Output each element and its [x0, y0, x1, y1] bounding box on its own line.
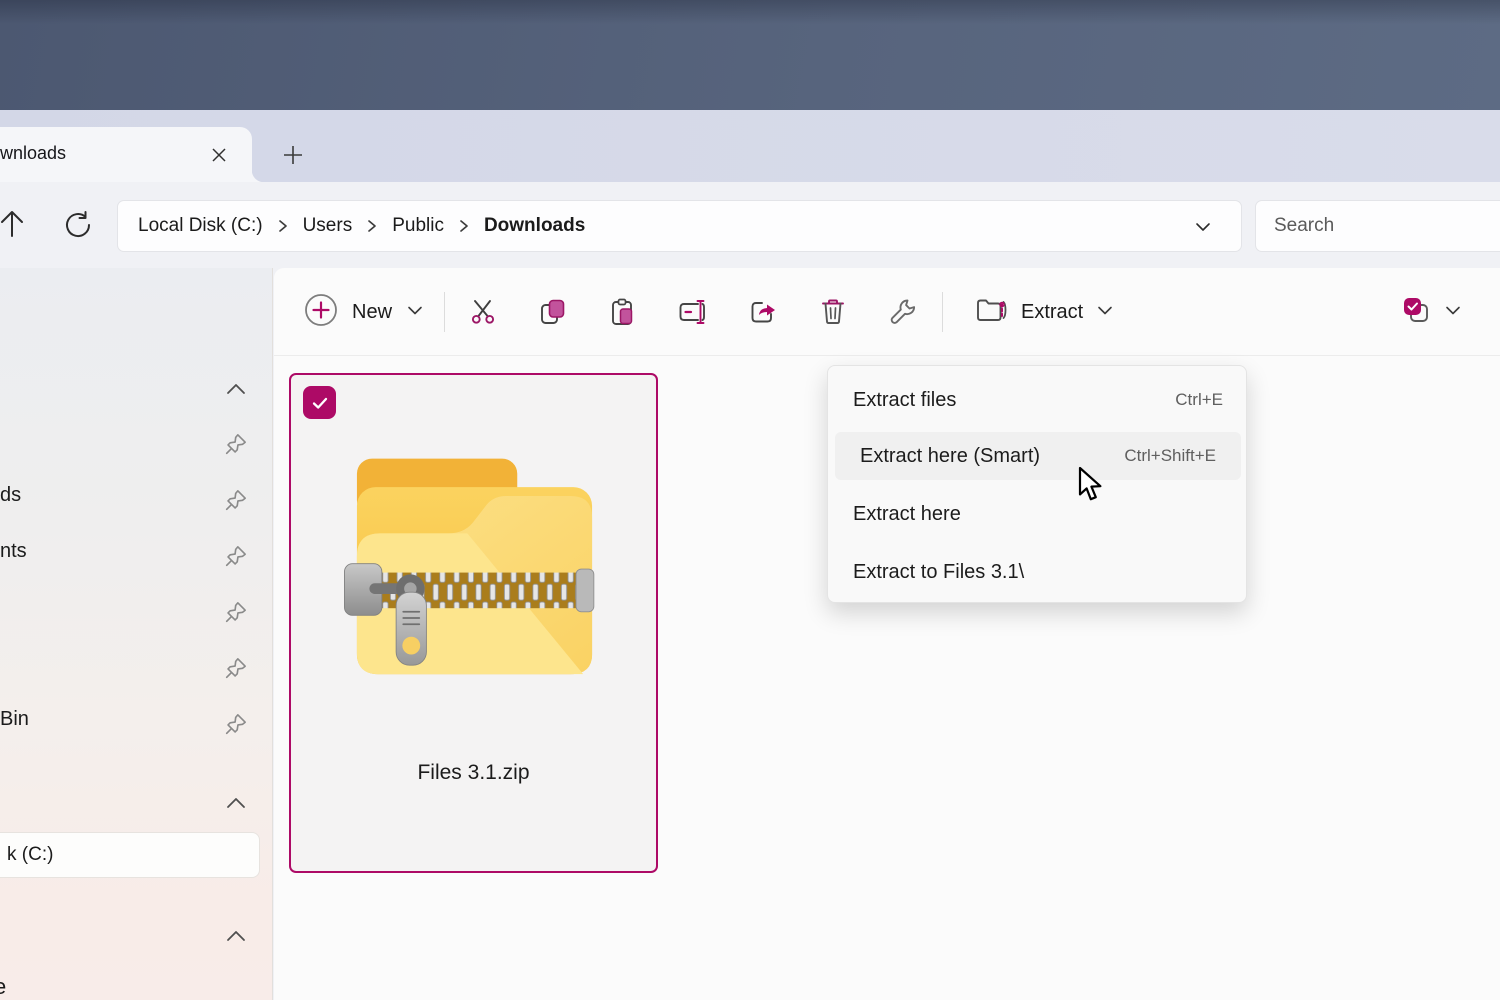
tab-close-icon[interactable]	[202, 138, 236, 172]
chevron-down-icon	[1096, 301, 1114, 324]
zip-file-icon	[332, 425, 617, 697]
file-name: Files 3.1.zip	[291, 761, 656, 785]
sidebar: ds nts Bin k (C:) e	[0, 268, 273, 1000]
new-button-label: New	[352, 301, 392, 324]
breadcrumb[interactable]: Local Disk (C:) Users Public Downloads	[117, 200, 1242, 252]
pin-icon[interactable]	[224, 600, 248, 624]
paste-button[interactable]	[601, 290, 645, 334]
breadcrumb-item-downloads[interactable]: Downloads	[484, 215, 585, 237]
mouse-cursor	[1078, 466, 1104, 507]
navigation-bar: Local Disk (C:) Users Public Downloads	[0, 182, 1500, 268]
scissors-icon	[468, 297, 498, 327]
menu-item-extract-here[interactable]: Extract here	[828, 490, 1248, 538]
sidebar-item-local-disk-c[interactable]: k (C:)	[0, 832, 260, 878]
new-tab-button[interactable]	[276, 138, 310, 172]
pin-icon[interactable]	[224, 712, 248, 736]
rename-button[interactable]	[670, 290, 714, 334]
section-collapse-chevron-icon[interactable]	[222, 927, 250, 945]
zip-folder-icon	[974, 295, 1008, 330]
toolbar-divider	[942, 292, 943, 332]
menu-item-label: Extract here	[853, 503, 961, 526]
toolbar: New	[274, 268, 1500, 356]
breadcrumb-item-users[interactable]: Users	[303, 215, 353, 237]
chevron-right-icon	[277, 218, 289, 234]
chevron-down-icon	[406, 301, 424, 324]
tab-title: wnloads	[0, 143, 66, 164]
menu-item-shortcut: Ctrl+Shift+E	[1124, 446, 1216, 466]
add-circle-icon	[304, 293, 338, 332]
pin-icon[interactable]	[224, 544, 248, 568]
extract-button-label: Extract	[1021, 301, 1083, 324]
cut-button[interactable]	[461, 290, 505, 334]
file-tile-zip[interactable]: Files 3.1.zip	[289, 373, 658, 873]
tools-button[interactable]	[881, 290, 925, 334]
menu-item-label: Extract here (Smart)	[860, 445, 1040, 468]
menu-item-label: Extract to Files 3.1\	[853, 561, 1024, 584]
tab-strip: wnloads	[0, 110, 1500, 182]
share-button[interactable]	[741, 290, 785, 334]
chevron-down-icon	[1444, 301, 1462, 324]
menu-item-label: Extract files	[853, 389, 956, 412]
desktop-wallpaper	[0, 0, 1500, 110]
section-collapse-chevron-icon[interactable]	[222, 380, 250, 398]
tab-downloads[interactable]: wnloads	[0, 127, 252, 182]
up-arrow-icon[interactable]	[0, 205, 31, 243]
address-dropdown-chevron-icon[interactable]	[1193, 217, 1213, 242]
selection-options-button[interactable]	[1400, 290, 1462, 334]
sidebar-item-downloads[interactable]: ds	[0, 484, 21, 507]
pin-icon[interactable]	[224, 432, 248, 456]
search-input[interactable]	[1256, 201, 1500, 251]
menu-item-extract-here-smart[interactable]: Extract here (Smart) Ctrl+Shift+E	[835, 432, 1241, 480]
sidebar-item-partial[interactable]: e	[0, 974, 6, 1000]
breadcrumb-item-drive[interactable]: Local Disk (C:)	[138, 215, 263, 237]
sidebar-item-recycle-bin[interactable]: Bin	[0, 708, 29, 731]
delete-button[interactable]	[811, 290, 855, 334]
extract-dropdown-menu: Extract files Ctrl+E Extract here (Smart…	[827, 365, 1247, 603]
chevron-right-icon	[458, 218, 470, 234]
toolbar-divider	[444, 292, 445, 332]
rename-icon	[676, 297, 708, 327]
paste-icon	[608, 297, 638, 327]
share-icon	[748, 297, 778, 327]
menu-item-extract-files[interactable]: Extract files Ctrl+E	[828, 376, 1248, 424]
sidebar-item-documents[interactable]: nts	[0, 540, 27, 563]
menu-item-shortcut: Ctrl+E	[1175, 390, 1223, 410]
section-collapse-chevron-icon[interactable]	[222, 794, 250, 812]
drive-label: k (C:)	[7, 844, 53, 866]
chevron-right-icon	[366, 218, 378, 234]
copy-button[interactable]	[531, 290, 575, 334]
search-box[interactable]	[1255, 200, 1500, 252]
copy-icon	[538, 297, 568, 327]
new-button[interactable]: New	[298, 288, 430, 336]
wrench-icon	[888, 297, 918, 327]
selected-checkbox[interactable]	[303, 386, 336, 419]
files-app-window: wnloads Local Disk (C:) Users Public	[0, 0, 1500, 1000]
multi-select-icon	[1400, 294, 1432, 331]
extract-button[interactable]: Extract	[968, 288, 1120, 336]
refresh-icon[interactable]	[58, 205, 98, 245]
pin-icon[interactable]	[224, 488, 248, 512]
breadcrumb-item-public[interactable]: Public	[392, 215, 444, 237]
pin-icon[interactable]	[224, 656, 248, 680]
trash-icon	[818, 297, 848, 327]
menu-item-extract-to-folder[interactable]: Extract to Files 3.1\	[828, 548, 1248, 596]
